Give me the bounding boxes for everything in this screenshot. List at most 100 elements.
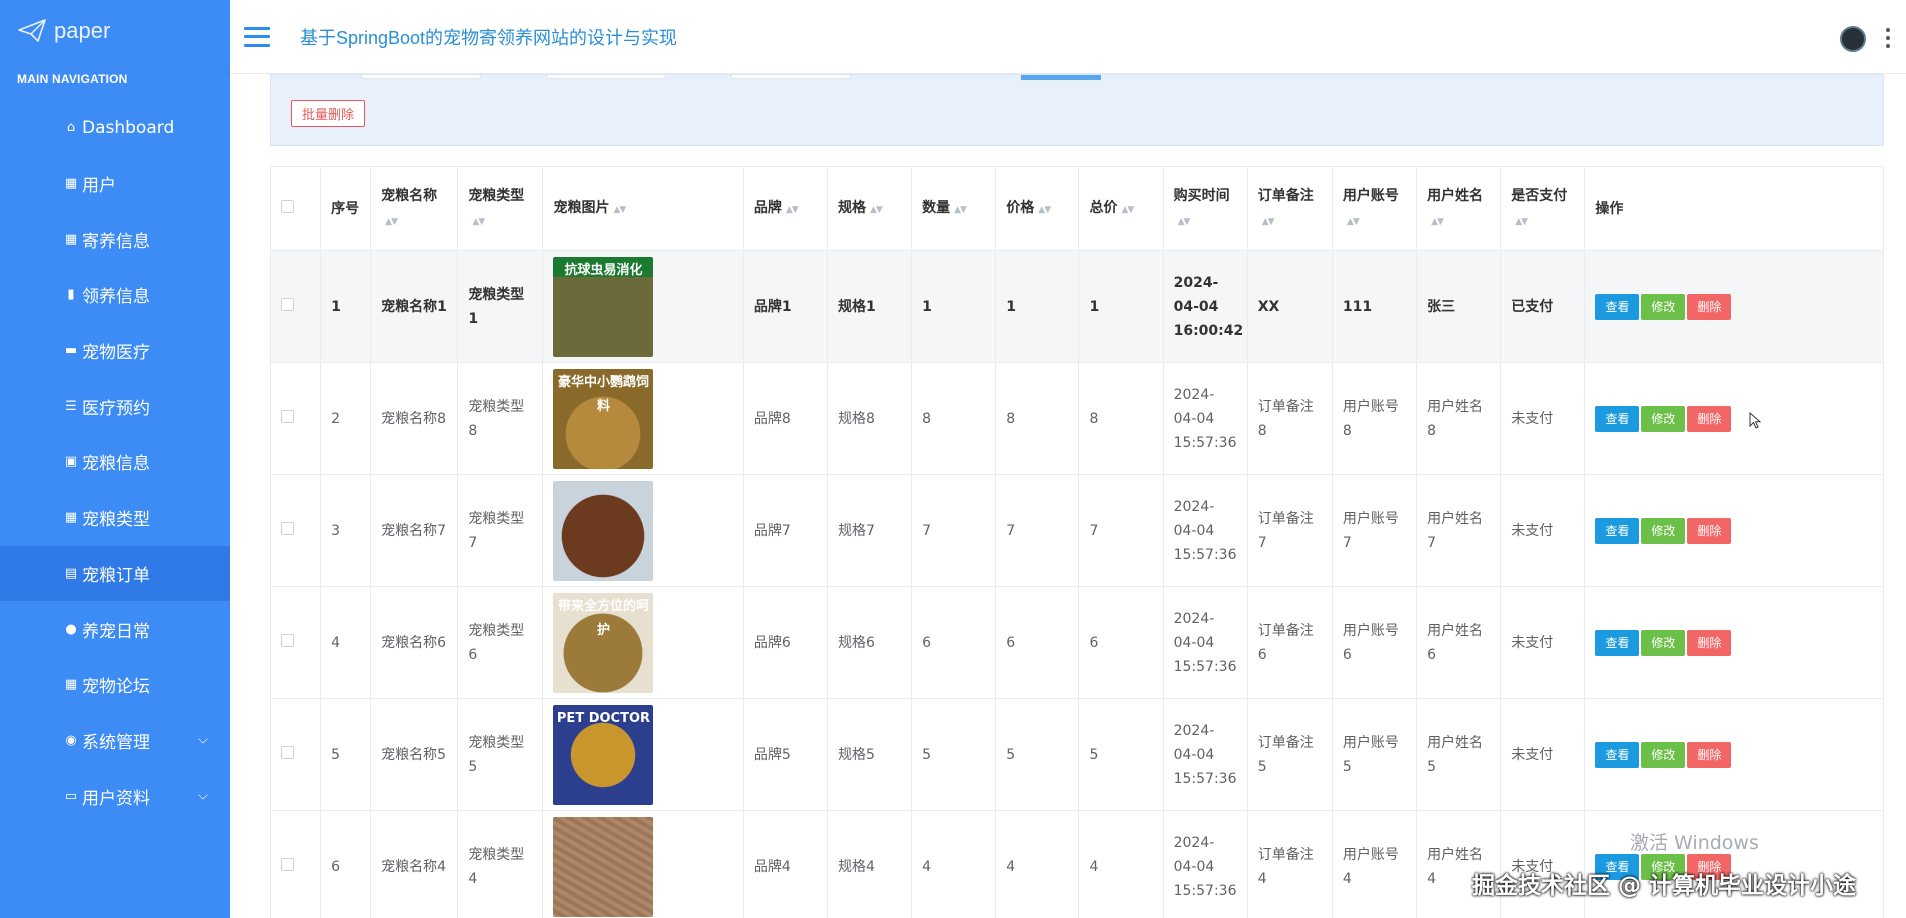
batch-delete-button[interactable]: 批量删除 — [291, 100, 366, 127]
grid-icon: ▦ — [64, 677, 78, 693]
menu-toggle-icon[interactable] — [244, 26, 270, 47]
logo[interactable]: paper — [0, 0, 230, 62]
sidebar-item[interactable]: ▣ 宠粮信息 — [0, 434, 230, 490]
cell-time: 2024-04-04 15:57:36 — [1162, 362, 1248, 475]
column-header[interactable]: 宠粮类型 ▲▼ — [457, 166, 544, 251]
row-checkbox[interactable] — [281, 745, 294, 759]
column-header[interactable]: 品牌 ▲▼ — [742, 166, 828, 251]
view-button[interactable]: 查看 — [1595, 517, 1640, 544]
sidebar-item[interactable]: ☰ 医疗预约 — [0, 378, 230, 434]
edit-button[interactable]: 修改 — [1641, 405, 1686, 432]
column-header-label: 是否支付 — [1511, 187, 1568, 204]
sidebar-item[interactable]: ▭ 用户资料 ⌵ — [0, 768, 230, 824]
product-image-cell: 带来全方位的呵护 — [542, 586, 744, 699]
sidebar-item-label: 用户 — [82, 176, 116, 197]
sort-icon[interactable]: ▲▼ — [954, 198, 967, 222]
sidebar-item[interactable]: ▤ 宠粮订单 — [0, 545, 264, 602]
row-checkbox[interactable] — [281, 521, 294, 535]
delete-button[interactable]: 删除 — [1687, 741, 1732, 768]
sidebar-item[interactable]: ▬ 宠物医疗 — [0, 323, 230, 379]
view-button[interactable]: 查看 — [1595, 741, 1640, 768]
sidebar-item-label: 宠物医疗 — [82, 343, 150, 364]
sort-icon[interactable]: ▲▼ — [1262, 210, 1275, 234]
edit-button[interactable]: 修改 — [1641, 517, 1686, 544]
grid-icon: ▦ — [64, 510, 78, 526]
cell-paid: 未支付 — [1500, 474, 1586, 587]
column-header[interactable]: 规格 ▲▼ — [826, 166, 913, 251]
delete-button[interactable]: 删除 — [1687, 293, 1732, 320]
sort-icon[interactable]: ▲▼ — [1347, 210, 1360, 234]
delete-button[interactable]: 删除 — [1687, 629, 1732, 656]
cell-paid: 未支付 — [1500, 698, 1586, 811]
cell-remark: XX — [1246, 250, 1333, 363]
search-input-stub[interactable] — [546, 75, 666, 79]
sort-icon[interactable]: ▲▼ — [786, 198, 799, 222]
column-header-label: 数量 — [922, 199, 951, 216]
row-checkbox[interactable] — [281, 297, 294, 311]
sidebar-item[interactable]: ◉ 系统管理 ⌵ — [0, 713, 230, 769]
view-button[interactable]: 查看 — [1595, 629, 1640, 656]
sort-icon[interactable]: ▲▼ — [1178, 210, 1191, 234]
column-header[interactable]: 购买时间 ▲▼ — [1162, 166, 1248, 251]
product-image — [553, 480, 654, 581]
avatar[interactable] — [1840, 26, 1866, 52]
table-row: 5 宠粮名称5 宠粮类型5 PET DOCTOR 品牌5 规格5 5 5 5 2024-04-04… — [269, 698, 1884, 811]
edit-button[interactable]: 修改 — [1641, 741, 1686, 768]
sort-icon[interactable]: ▲▼ — [1038, 198, 1051, 222]
document-icon: ▤ — [64, 565, 78, 581]
column-header[interactable]: 是否支付 ▲▼ — [1500, 166, 1586, 251]
sidebar-item[interactable]: ● 养宠日常 — [0, 601, 230, 657]
select-all-checkbox[interactable] — [281, 199, 294, 213]
sidebar-item[interactable]: ▦ 用户 — [0, 156, 230, 212]
sidebar-item[interactable]: ▦ 寄养信息 — [0, 211, 230, 267]
column-header[interactable]: 用户账号 ▲▼ — [1331, 166, 1418, 251]
column-header[interactable]: 操作 — [1584, 166, 1884, 251]
cell-no: 3 — [320, 474, 372, 587]
row-checkbox[interactable] — [281, 857, 294, 871]
sidebar-item-label: 宠粮订单 — [82, 565, 150, 586]
column-header[interactable]: 价格 ▲▼ — [995, 166, 1080, 251]
sort-icon[interactable]: ▲▼ — [613, 198, 626, 222]
cell-remark: 订单备注5 — [1246, 698, 1333, 811]
edit-button[interactable]: 修改 — [1641, 293, 1686, 320]
sidebar-item-label: 养宠日常 — [82, 621, 150, 642]
sidebar-item[interactable]: ▦ 宠粮类型 — [0, 490, 230, 546]
column-header[interactable]: 序号 — [320, 166, 372, 251]
delete-button[interactable]: 删除 — [1687, 517, 1732, 544]
cell-qty: 8 — [911, 362, 997, 475]
sort-icon[interactable]: ▲▼ — [1121, 198, 1134, 222]
cell-paid: 未支付 — [1500, 586, 1586, 699]
sort-icon[interactable]: ▲▼ — [1515, 210, 1528, 234]
edit-button[interactable]: 修改 — [1641, 629, 1686, 656]
column-header[interactable]: 数量 ▲▼ — [911, 166, 997, 251]
sidebar-item[interactable]: ⌂ Dashboard — [0, 100, 230, 156]
table-header-row: 序号 宠粮名称 ▲▼ 宠粮类型 ▲▼ 宠粮图片 ▲▼ 品牌 ▲▼ 规格 ▲▼ 数量 ▲▼ 价格 ▲▼ 总价 ▲▼… — [269, 166, 1884, 251]
chevron-down-icon: ⌵ — [198, 732, 208, 748]
row-checkbox[interactable] — [281, 409, 294, 423]
sort-icon[interactable]: ▲▼ — [1431, 210, 1444, 234]
column-header[interactable]: 宠粮名称 ▲▼ — [370, 166, 459, 251]
sort-icon[interactable]: ▲▼ — [385, 210, 398, 234]
sidebar-item[interactable]: ▦ 宠物论坛 — [0, 657, 230, 713]
sort-icon[interactable]: ▲▼ — [870, 198, 883, 222]
cell-time: 2024-04-04 15:57:36 — [1162, 474, 1248, 587]
delete-button[interactable]: 删除 — [1687, 405, 1732, 432]
view-button[interactable]: 查看 — [1595, 405, 1640, 432]
column-header[interactable]: 用户姓名 ▲▼ — [1416, 166, 1502, 251]
search-input-stub[interactable] — [731, 75, 851, 79]
main-content: 批量删除 序号 宠粮名称 ▲▼ 宠粮类型 ▲▼ 宠粮图片 ▲▼ 品牌 ▲▼ 规格 ▲▼ 数量 ▲▼ 价格 ▲… — [230, 74, 1906, 918]
cell-time: 2024-04-04 16:00:42 — [1162, 250, 1248, 363]
sidebar-item[interactable]: ▮ 领养信息 — [0, 267, 230, 323]
user-icon: ◉ — [65, 732, 77, 748]
view-button[interactable]: 查看 — [1595, 293, 1640, 320]
row-checkbox[interactable] — [281, 633, 294, 647]
sort-icon[interactable]: ▲▼ — [472, 210, 485, 234]
search-button-stub[interactable] — [1021, 75, 1101, 80]
column-header-label: 订单备注 — [1257, 187, 1314, 204]
column-header[interactable]: 总价 ▲▼ — [1078, 166, 1164, 251]
column-header[interactable]: 宠粮图片 ▲▼ — [542, 166, 744, 251]
product-image-caption: 带来全方位的呵护 — [557, 598, 649, 638]
column-header[interactable]: 订单备注 ▲▼ — [1246, 166, 1333, 251]
search-input-stub[interactable] — [361, 75, 481, 79]
more-vertical-icon[interactable] — [1884, 28, 1892, 48]
